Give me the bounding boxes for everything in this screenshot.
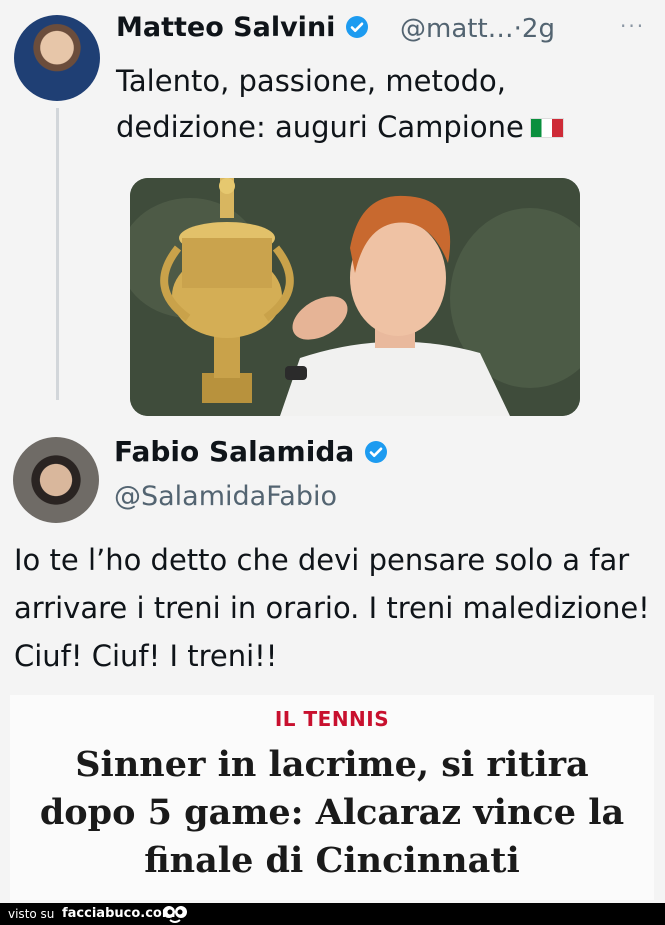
tweet-handle[interactable]: @matt…·2g <box>400 14 555 44</box>
author-name-text: Matteo Salvini <box>116 12 336 43</box>
verified-badge-icon <box>365 441 388 463</box>
tweet-author-name[interactable]: Matteo Salvini <box>116 12 369 43</box>
watermark-site[interactable]: facciabuco.com <box>62 906 175 921</box>
avatar[interactable] <box>13 437 99 523</box>
watermark-text: visto su <box>8 907 55 921</box>
more-options-icon[interactable]: ··· <box>620 14 645 38</box>
news-headline: Sinner in lacrime, si ritira dopo 5 game… <box>39 744 625 881</box>
tweet-photo[interactable] <box>130 178 580 416</box>
italy-flag-icon <box>529 118 564 138</box>
tweet-author-name[interactable]: Fabio Salamida <box>114 435 388 468</box>
tweet-text: Io te l’ho detto che devi pensare solo a… <box>14 543 650 673</box>
thread-line <box>56 108 59 400</box>
author-name-text: Fabio Salamida <box>114 435 355 468</box>
verified-badge-icon <box>345 16 368 38</box>
avatar[interactable] <box>14 15 100 101</box>
news-section-label: IL TENNIS <box>274 707 390 731</box>
tweet-text: Talento, passione, metodo, dedizione: au… <box>116 58 636 150</box>
tweet-text-content: Talento, passione, metodo, dedizione: au… <box>116 64 524 144</box>
watermark-bar: visto su facciabuco.com <box>0 903 665 925</box>
trophy-photo-image <box>130 178 580 416</box>
news-article-card[interactable]: IL TENNIS Sinner in lacrime, si ritira d… <box>10 695 654 900</box>
tweet-handle[interactable]: @SalamidaFabio <box>114 481 337 512</box>
screenshot-card: Matteo Salvini @matt…·2g ··· Talento, pa… <box>0 0 665 903</box>
facciabuco-logo-icon <box>163 906 187 923</box>
